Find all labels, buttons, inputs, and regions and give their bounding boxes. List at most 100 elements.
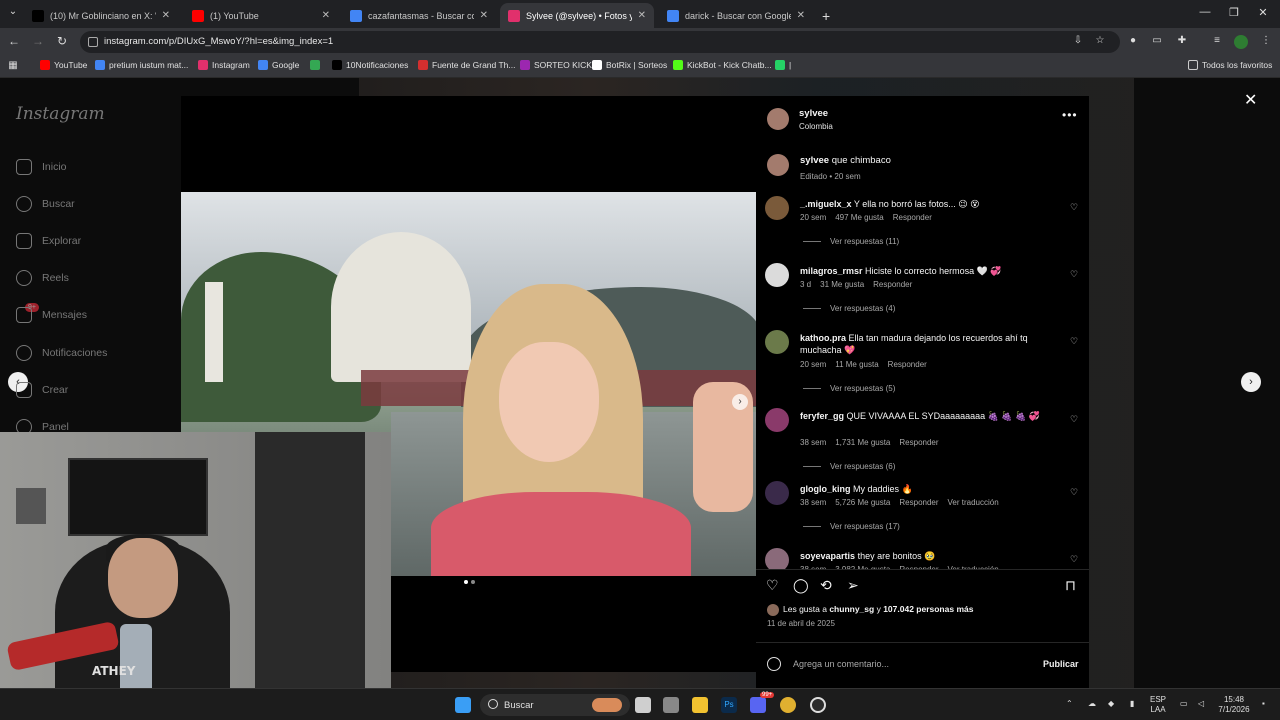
comment-like-heart-icon[interactable]: ♡ xyxy=(1070,269,1078,280)
site-info-icon[interactable] xyxy=(88,37,98,47)
repost-icon[interactable]: ⟲ xyxy=(820,577,832,594)
nav-buscar[interactable]: Buscar xyxy=(16,196,75,212)
share-send-icon[interactable]: ➢ xyxy=(847,577,859,594)
instagram-logo[interactable]: Instagram xyxy=(16,104,105,124)
bookmark-3[interactable]: Google xyxy=(258,60,299,70)
tab-close-icon[interactable]: ✕ xyxy=(797,10,805,21)
comment-likes[interactable]: 497 Me gusta xyxy=(835,213,883,222)
save-bookmark-icon[interactable]: ⊓ xyxy=(1065,577,1076,594)
view-replies[interactable]: Ver respuestas (5) xyxy=(803,384,895,393)
reply-link[interactable]: Responder xyxy=(899,438,938,447)
windows-start-icon[interactable] xyxy=(455,697,471,713)
pinned-app-icon[interactable] xyxy=(663,697,679,713)
reading-list-icon[interactable]: ≡ xyxy=(1210,35,1224,49)
clock[interactable]: 15:48 7/1/2026 xyxy=(1214,695,1254,715)
task-view-icon[interactable] xyxy=(635,697,651,713)
apps-grid-icon[interactable]: ▦ xyxy=(6,60,20,74)
bookmark-4[interactable] xyxy=(310,60,324,70)
comment-like-heart-icon[interactable]: ♡ xyxy=(1070,487,1078,498)
tab-close-icon[interactable]: ✕ xyxy=(322,10,330,21)
new-tab-button[interactable]: + xyxy=(818,3,840,28)
tab-close-icon[interactable]: ✕ xyxy=(638,10,646,21)
address-bar[interactable]: instagram.com/p/DIUxG_MswoY/?hl=es&img_i… xyxy=(80,31,1120,53)
commenter-username[interactable]: milagros_rmsr xyxy=(800,266,863,276)
chrome-icon[interactable] xyxy=(780,697,796,713)
reply-link[interactable]: Responder xyxy=(873,280,912,289)
bookmark-1[interactable]: pretium iustum mat... xyxy=(95,60,188,70)
view-replies[interactable]: Ver respuestas (17) xyxy=(803,522,900,531)
file-explorer-icon[interactable] xyxy=(692,697,708,713)
comment-likes[interactable]: 31 Me gusta xyxy=(820,280,864,289)
language-indicator[interactable]: ESP LAA xyxy=(1150,695,1166,715)
comment-likes[interactable]: 11 Me gusta xyxy=(835,360,878,369)
commenter-username[interactable]: _.miguelx_x xyxy=(800,199,852,209)
publish-button[interactable]: Publicar xyxy=(1043,659,1079,669)
taskbar-search[interactable]: Buscar xyxy=(480,694,630,716)
window-close-icon[interactable]: ✕ xyxy=(1253,6,1273,19)
comment-like-heart-icon[interactable]: ♡ xyxy=(1070,202,1078,213)
comment-like-heart-icon[interactable]: ♡ xyxy=(1070,336,1078,347)
likes-summary[interactable]: Les gusta a chunny_sg y 107.042 personas… xyxy=(783,604,973,614)
restore-icon[interactable]: ❐ xyxy=(1224,6,1244,19)
bookmark-star-icon[interactable]: ☆ xyxy=(1093,35,1107,49)
tab-3[interactable]: Sylvee (@sylvee) • Fotos y vide ✕ xyxy=(500,3,654,28)
tab-4[interactable]: darick - Buscar con Google ✕ xyxy=(659,3,813,28)
bookmark-8[interactable]: BotRix | Sorteos xyxy=(592,60,667,70)
view-replies[interactable]: Ver respuestas (6) xyxy=(803,462,895,471)
commenter-username[interactable]: gloglo_king xyxy=(800,484,851,494)
commenter-username[interactable]: soyevapartis xyxy=(800,551,855,561)
tab-2[interactable]: cazafantasmas - Buscar con Go ✕ xyxy=(342,3,496,28)
back-icon[interactable]: ← xyxy=(6,34,22,48)
minimize-icon[interactable]: — xyxy=(1195,6,1215,18)
like-heart-icon[interactable]: ♡ xyxy=(766,577,779,594)
bookmark-7[interactable]: SORTEO KICK xyxy=(520,60,592,70)
commenter-username[interactable]: kathoo.pra xyxy=(800,333,846,343)
comment-like-heart-icon[interactable]: ♡ xyxy=(1070,414,1078,425)
extension-icon-1[interactable]: ● xyxy=(1126,35,1140,49)
comment-bubble-icon[interactable]: ◯ xyxy=(793,577,809,594)
commenter-avatar[interactable] xyxy=(765,481,789,505)
bookmark-10[interactable]: | xyxy=(775,60,791,70)
commenter-avatar[interactable] xyxy=(765,263,789,287)
menu-icon[interactable]: ⋮ xyxy=(1259,35,1273,49)
bookmark-5[interactable]: 10Notificaciones xyxy=(332,60,408,70)
tab-1[interactable]: (1) YouTube ✕ xyxy=(184,3,338,28)
commenter-avatar[interactable] xyxy=(765,548,789,569)
view-replies[interactable]: Ver respuestas (4) xyxy=(803,304,895,313)
bookmark-9[interactable]: KickBot - Kick Chatb... xyxy=(673,60,772,70)
photoshop-icon[interactable]: Ps xyxy=(721,697,737,713)
network-icon[interactable]: ▭ xyxy=(1180,699,1188,709)
nav-inicio[interactable]: Inicio xyxy=(16,159,67,175)
tab-close-icon[interactable]: ✕ xyxy=(480,10,488,21)
url-text[interactable]: instagram.com/p/DIUxG_MswoY/?hl=es&img_i… xyxy=(104,36,333,47)
bookmark-0[interactable]: YouTube xyxy=(40,60,87,70)
comment-likes[interactable]: 1,731 Me gusta xyxy=(835,438,890,447)
bookmark-6[interactable]: Fuente de Grand Th... xyxy=(418,60,515,70)
profile-avatar[interactable] xyxy=(1234,35,1248,49)
comment-input[interactable]: Agrega un comentario... xyxy=(793,659,889,669)
liker-avatar[interactable] xyxy=(767,604,779,616)
nav-explorar[interactable]: Explorar xyxy=(16,233,81,249)
tray-mic-icon[interactable]: ▮ xyxy=(1130,699,1134,709)
nav-mensajes[interactable]: Mensajes xyxy=(16,307,87,323)
translate-link[interactable]: Ver traducción xyxy=(948,498,999,507)
reply-link[interactable]: Responder xyxy=(893,213,932,222)
emoji-icon[interactable] xyxy=(767,657,781,671)
extensions-puzzle-icon[interactable]: ✚ xyxy=(1175,35,1189,49)
comment-likes[interactable]: 5,726 Me gusta xyxy=(835,498,890,507)
tab-search-icon[interactable]: ⌄ xyxy=(6,6,20,20)
next-post-icon[interactable]: › xyxy=(1241,372,1261,392)
comment-like-heart-icon[interactable]: ♡ xyxy=(1070,554,1078,565)
reply-link[interactable]: Responder xyxy=(888,360,927,369)
nav-crear[interactable]: Crear xyxy=(16,382,68,398)
all-favorites[interactable]: Todos los favoritos xyxy=(1188,60,1272,70)
extension-icon-2[interactable]: ▭ xyxy=(1150,35,1164,49)
tray-app-icon[interactable]: ☁ xyxy=(1088,699,1096,709)
tray-chevron-icon[interactable]: ⌃ xyxy=(1066,699,1073,709)
commenter-avatar[interactable] xyxy=(765,196,789,220)
commenter-avatar[interactable] xyxy=(765,408,789,432)
tab-0[interactable]: (10) Mr Goblinciano en X: "Dar ✕ xyxy=(24,3,178,28)
install-icon[interactable]: ⇩ xyxy=(1071,35,1085,49)
volume-icon[interactable]: ◁ xyxy=(1198,699,1204,709)
opera-gx-icon[interactable] xyxy=(810,697,826,713)
